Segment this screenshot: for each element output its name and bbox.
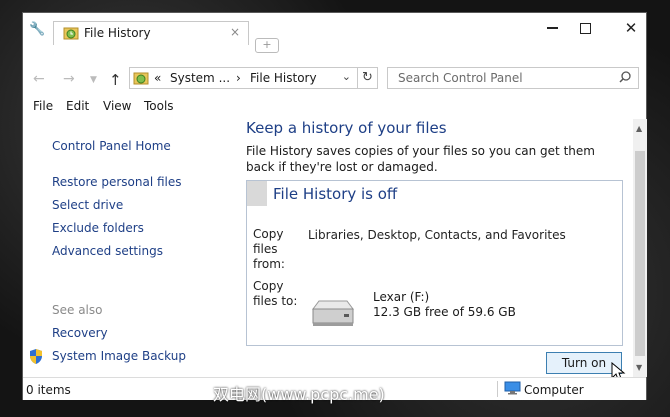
- breadcrumb-system[interactable]: System ...: [170, 71, 230, 85]
- drive-space: 12.3 GB free of 59.6 GB: [373, 305, 516, 319]
- back-arrow-icon[interactable]: ←: [33, 71, 45, 87]
- status-divider: [497, 381, 498, 397]
- drive-name: Lexar (F:): [373, 290, 430, 304]
- copy-from-label: Copy files from:: [253, 227, 285, 271]
- up-arrow-icon[interactable]: ↑: [109, 71, 122, 89]
- tab-title: File History: [84, 26, 151, 40]
- main-content: Keep a history of your files File Histor…: [237, 117, 633, 381]
- computer-icon: [504, 381, 521, 395]
- maximize-button[interactable]: [570, 17, 600, 39]
- wrench-icon[interactable]: 🔧: [29, 23, 45, 37]
- file-history-icon: [63, 27, 79, 40]
- status-title: File History is off: [273, 185, 398, 203]
- sidebar-item-recovery[interactable]: Recovery: [52, 326, 108, 340]
- drive-icon: [312, 300, 354, 326]
- left-pane: Control Panel Home Restore personal file…: [23, 119, 237, 374]
- sidebar-item-system-image-backup[interactable]: System Image Backup: [52, 349, 186, 363]
- see-also-heading: See also: [52, 303, 103, 317]
- menu-edit[interactable]: Edit: [66, 99, 89, 113]
- sidebar-item-control-panel-home[interactable]: Control Panel Home: [52, 139, 171, 153]
- maximize-icon: [579, 23, 591, 34]
- search-placeholder: Search Control Panel: [398, 71, 523, 85]
- search-icon: [619, 71, 631, 83]
- menu-file[interactable]: File: [33, 99, 53, 113]
- file-history-window: 🔧 File History × + ✕ ← → ▼ ↑ « System ..…: [22, 12, 647, 400]
- search-input[interactable]: Search Control Panel: [387, 67, 639, 89]
- close-button[interactable]: ✕: [616, 17, 646, 39]
- page-description: File History saves copies of your files …: [246, 144, 595, 174]
- file-history-icon: [133, 72, 149, 85]
- sidebar-item-exclude-folders[interactable]: Exclude folders: [52, 221, 144, 235]
- scrollbar-thumb[interactable]: [635, 151, 645, 356]
- menu-bar: File Edit View Tools: [23, 97, 646, 117]
- sidebar-item-select-drive[interactable]: Select drive: [52, 198, 123, 212]
- menu-tools[interactable]: Tools: [144, 99, 174, 113]
- forward-arrow-icon[interactable]: →: [63, 71, 75, 87]
- status-panel: File History is off Copy files from: Lib…: [246, 180, 623, 346]
- watermark: 双电网(www.pcpc.me): [213, 385, 385, 404]
- vertical-scrollbar[interactable]: ▲ ▼: [633, 119, 647, 377]
- location-label: Computer: [524, 383, 584, 397]
- minimize-icon: [546, 27, 558, 29]
- sidebar-item-restore-personal-files[interactable]: Restore personal files: [52, 175, 182, 189]
- copy-to-label: Copy files to:: [253, 279, 298, 308]
- tab-file-history[interactable]: File History ×: [53, 21, 249, 45]
- new-tab-button[interactable]: +: [255, 38, 279, 53]
- sidebar-item-advanced-settings[interactable]: Advanced settings: [52, 244, 163, 258]
- page-title: Keep a history of your files: [246, 119, 447, 137]
- shield-icon: [30, 349, 42, 364]
- recent-locations-chevron-icon[interactable]: ▼: [90, 75, 97, 85]
- chevron-down-icon[interactable]: ⌄: [342, 70, 351, 83]
- tab-close-icon[interactable]: ×: [230, 25, 240, 39]
- refresh-icon[interactable]: ↻: [358, 67, 378, 89]
- navigation-bar: ← → ▼ ↑ « System ... › File History ⌄ ↻ …: [23, 63, 646, 93]
- minimize-button[interactable]: [537, 17, 567, 39]
- scroll-up-icon[interactable]: ▲: [636, 124, 642, 133]
- menu-view[interactable]: View: [103, 99, 131, 113]
- breadcrumb-overflow[interactable]: «: [154, 71, 161, 85]
- item-count: 0 items: [26, 383, 71, 397]
- status-indicator-bar: [247, 181, 267, 206]
- copy-from-value: Libraries, Desktop, Contacts, and Favori…: [308, 228, 566, 242]
- breadcrumb-separator[interactable]: ›: [236, 71, 241, 85]
- scroll-down-icon[interactable]: ▼: [636, 363, 642, 372]
- breadcrumb-file-history[interactable]: File History: [250, 71, 317, 85]
- title-bar: 🔧 File History × + ✕: [23, 13, 646, 53]
- address-bar[interactable]: « System ... › File History ⌄: [129, 67, 358, 89]
